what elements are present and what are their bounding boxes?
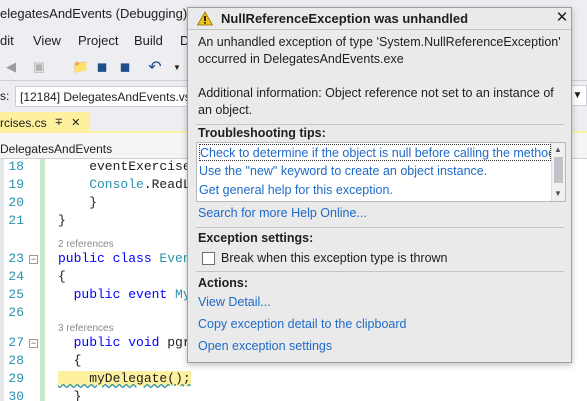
line-number: 30 xyxy=(8,389,24,401)
line-number: 26 xyxy=(8,305,24,320)
codelens-references[interactable]: 2 references xyxy=(58,239,114,250)
code-line: 29 myDelegate(); xyxy=(0,371,587,389)
open-exception-settings-link[interactable]: Open exception settings xyxy=(198,339,332,353)
code-text: public event MyD xyxy=(58,287,199,302)
code-text: } xyxy=(58,213,66,228)
project-nav-label[interactable]: DelegatesAndEvents xyxy=(0,142,112,156)
troubleshooting-tips-heading: Troubleshooting tips: xyxy=(198,126,326,140)
menu-build[interactable]: Build xyxy=(134,33,163,48)
exception-description: An unhandled exception of type 'System.N… xyxy=(198,35,561,66)
divider xyxy=(196,227,564,228)
undo-icon[interactable]: ↶ xyxy=(146,58,164,76)
line-number: 21 xyxy=(8,213,24,228)
line-number: 28 xyxy=(8,353,24,368)
divider xyxy=(196,271,564,272)
code-text: public class Event xyxy=(58,251,199,266)
save-icon[interactable]: ◼ xyxy=(93,58,111,76)
menu-view[interactable]: View xyxy=(33,33,61,48)
view-detail-link[interactable]: View Detail... xyxy=(198,295,271,309)
tip-link[interactable]: Use the "new" keyword to create an objec… xyxy=(199,163,551,180)
exception-title: NullReferenceException was unhandled xyxy=(221,11,469,26)
scroll-up-icon[interactable]: ▲ xyxy=(554,145,562,154)
break-on-exception-checkbox[interactable] xyxy=(202,252,215,265)
line-number: 29 xyxy=(8,371,24,386)
menu-project[interactable]: Project xyxy=(78,33,118,48)
divider xyxy=(196,124,564,125)
line-number: 20 xyxy=(8,195,24,210)
new-project-icon[interactable]: ▣ xyxy=(30,58,48,76)
code-text: eventExercises xyxy=(58,159,199,174)
collapse-icon[interactable]: − xyxy=(29,255,38,264)
tips-scrollbar[interactable]: ▲ ▼ xyxy=(551,143,565,201)
process-label: s: xyxy=(0,89,10,103)
tab-document[interactable]: rcises.cs ∓ ✕ xyxy=(0,112,90,133)
tip-link[interactable]: Check to determine if the object is null… xyxy=(199,144,551,161)
exception-helper: NullReferenceException was unhandled ✕ A… xyxy=(187,7,572,363)
scroll-thumb[interactable] xyxy=(554,157,563,183)
codelens-references[interactable]: 3 references xyxy=(58,323,114,334)
window-title: elegatesAndEvents (Debugging) - Mi xyxy=(0,6,213,21)
tip-link[interactable]: Get general help for this exception. xyxy=(199,182,551,199)
save-all-icon[interactable]: ◼ xyxy=(116,58,134,76)
close-icon[interactable]: ✕ xyxy=(554,9,570,27)
code-text: myDelegate(); xyxy=(58,371,191,386)
code-text: } xyxy=(58,195,98,210)
line-number: 25 xyxy=(8,287,24,302)
exception-header: NullReferenceException was unhandled ✕ xyxy=(188,8,571,30)
code-text: public void pgr( xyxy=(58,335,199,350)
open-file-icon[interactable]: 📁 xyxy=(72,58,90,76)
scroll-down-icon[interactable]: ▼ xyxy=(554,189,562,198)
break-on-exception-label[interactable]: Break when this exception type is thrown xyxy=(221,251,448,265)
warning-icon xyxy=(197,11,213,26)
search-help-online-link[interactable]: Search for more Help Online... xyxy=(198,206,367,220)
actions-heading: Actions: xyxy=(198,276,248,290)
code-line: 30 } xyxy=(0,389,587,401)
line-number: 23 xyxy=(8,251,24,266)
exception-settings-heading: Exception settings: xyxy=(198,231,314,245)
tab-label: rcises.cs xyxy=(0,115,47,130)
collapse-icon[interactable]: − xyxy=(29,339,38,348)
additional-information: Additional information: Object reference… xyxy=(198,86,554,117)
code-text: { xyxy=(58,269,66,284)
copy-exception-detail-link[interactable]: Copy exception detail to the clipboard xyxy=(198,317,406,331)
nav-back-icon[interactable]: ◀ xyxy=(2,58,20,76)
code-text: { xyxy=(58,353,82,368)
pin-icon[interactable]: ∓ xyxy=(55,117,63,128)
undo-dropdown-icon[interactable]: ▼ xyxy=(168,58,186,76)
tab-close-icon[interactable]: ✕ xyxy=(71,116,80,129)
line-number: 19 xyxy=(8,177,24,192)
code-text: Console.ReadLi xyxy=(58,177,199,192)
troubleshooting-tips-list: Check to determine if the object is null… xyxy=(196,142,566,202)
line-number: 18 xyxy=(8,159,24,174)
process-select[interactable]: [12184] DelegatesAndEvents.vsh xyxy=(15,86,190,107)
code-text: } xyxy=(58,389,82,401)
line-number: 27 xyxy=(8,335,24,350)
line-number: 24 xyxy=(8,269,24,284)
menu-edit[interactable]: dit xyxy=(0,33,14,48)
